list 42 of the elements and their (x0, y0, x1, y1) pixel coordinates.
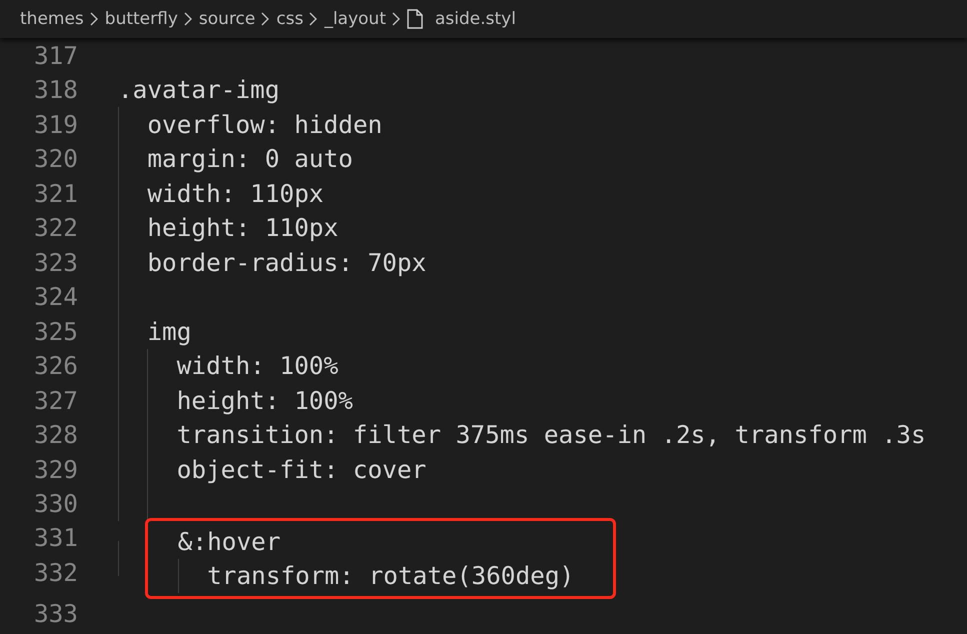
line-number: 325 (32, 316, 78, 346)
breadcrumb-item[interactable]: _layout (324, 9, 386, 29)
code-line: margin: 0 auto (147, 144, 353, 174)
line-number: 330 (32, 489, 78, 518)
line-number: 324 (32, 282, 78, 312)
line-number: 331 (32, 522, 78, 554)
file-icon (406, 9, 423, 29)
line-number: 318 (32, 75, 78, 104)
code-line: height: 110px (147, 213, 338, 242)
code-line: border-radius: 70px (147, 248, 426, 277)
line-number: 327 (32, 386, 78, 415)
breadcrumb-item[interactable]: source (198, 9, 256, 29)
line-number: 329 (32, 454, 78, 484)
line-number: 333 (32, 598, 78, 628)
code-line: transform: rotate(360deg) (207, 561, 574, 590)
code-line: height: 100% (176, 386, 353, 415)
code-line: width: 100% (176, 351, 338, 380)
chevron-right-icon (261, 12, 270, 26)
code-line: object-fit: cover (176, 454, 426, 484)
line-number: 332 (32, 556, 78, 588)
code-line: transition: filter 375ms ease-in .2s, transform .3s (176, 420, 926, 450)
code-line: &:hover (178, 526, 281, 556)
code-line: width: 110px (147, 178, 324, 208)
code-line: img (147, 316, 192, 346)
line-number: 328 (32, 420, 78, 450)
chevron-right-icon (392, 12, 401, 26)
code-line: overflow: hidden (147, 110, 382, 139)
line-number: 320 (32, 144, 78, 174)
chevron-right-icon (90, 12, 99, 26)
chevron-right-icon (309, 12, 318, 26)
line-number: 317 (32, 40, 78, 70)
line-number: 323 (32, 248, 78, 277)
line-number: 326 (32, 351, 78, 380)
breadcrumb-item[interactable]: css (276, 9, 304, 29)
breadcrumb-item[interactable]: butterfly (104, 9, 178, 29)
breadcrumb-item[interactable]: aside.styl (434, 9, 516, 29)
code-line: .avatar-img (118, 75, 280, 104)
line-number: 322 (32, 213, 78, 242)
line-number: 319 (32, 110, 78, 139)
chevron-right-icon (184, 12, 193, 26)
breadcrumb-item[interactable]: themes (20, 9, 84, 29)
line-number: 321 (32, 178, 78, 208)
